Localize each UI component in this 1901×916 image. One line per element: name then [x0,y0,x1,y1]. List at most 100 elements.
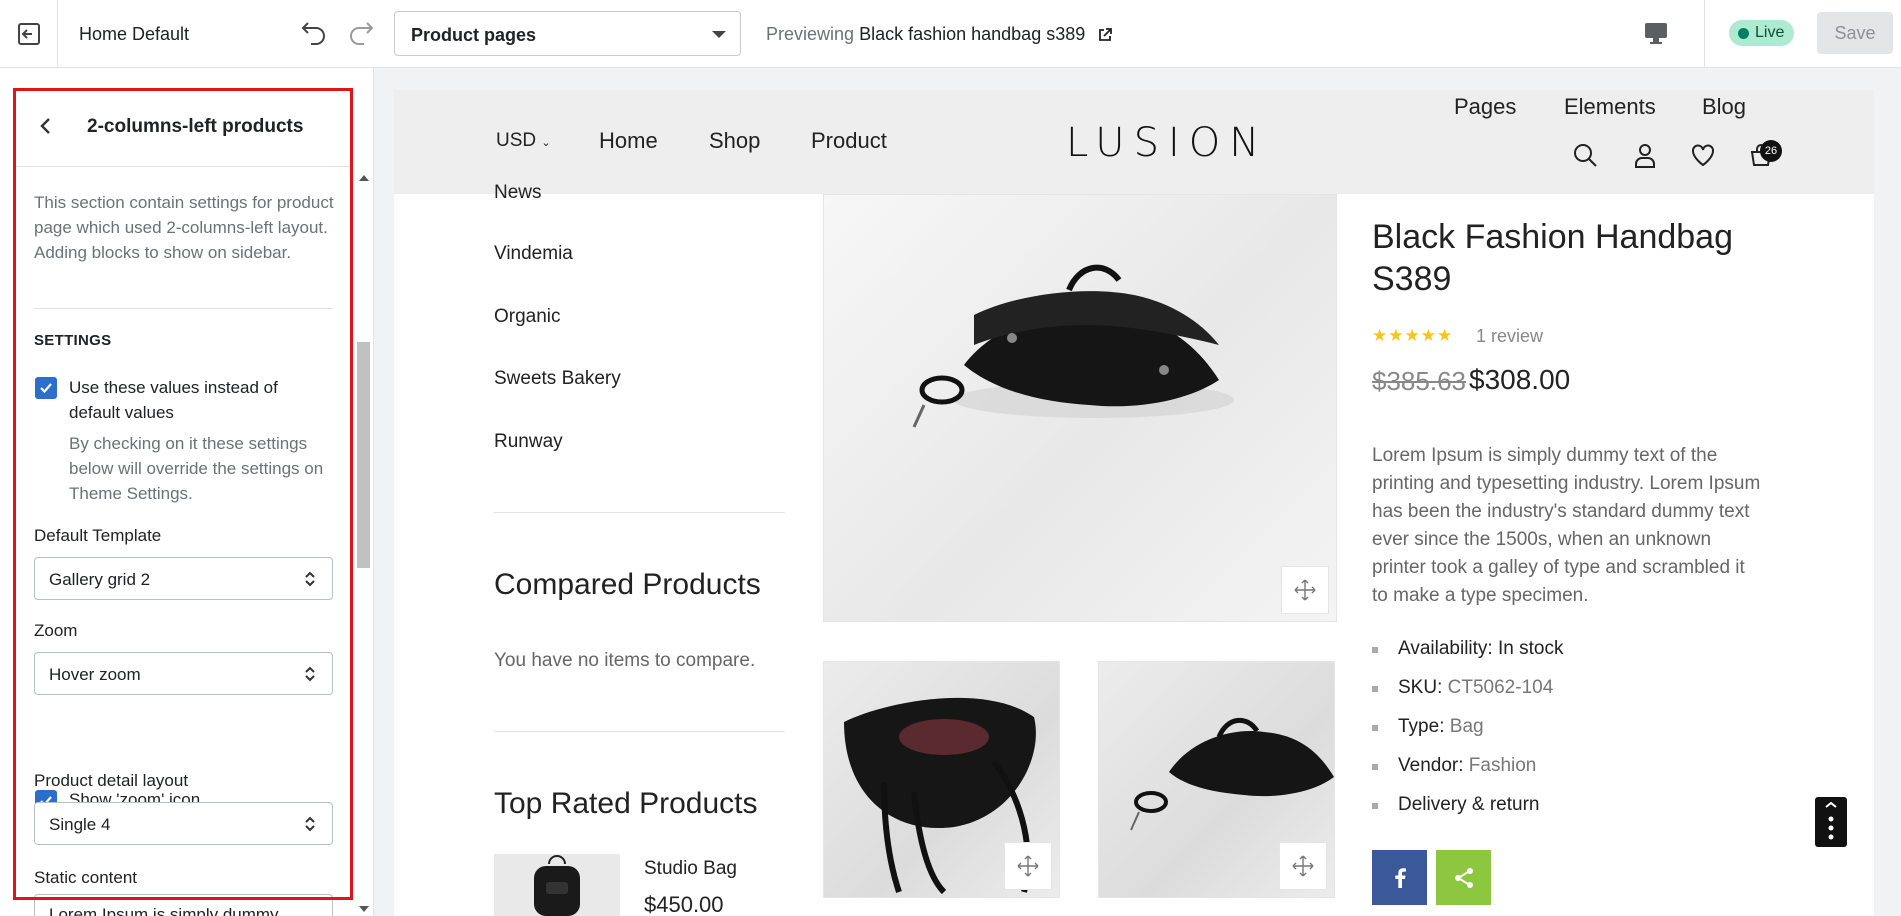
category-link-sweets-bakery[interactable]: Sweets Bakery [494,368,621,390]
select-arrows-icon [305,666,315,682]
sidebar-title: 2-columns-left products [87,116,304,137]
detail-layout-select[interactable]: Single 4 [34,802,333,845]
move-icon [1017,855,1039,877]
scroll-up-arrow-icon[interactable] [359,175,369,181]
facebook-share-button[interactable] [1372,850,1427,905]
settings-sidebar: 2-columns-left products This section con… [0,68,374,916]
detail-layout-label: Product detail layout [34,771,189,790]
move-icon [1292,855,1314,877]
cart-count-badge: 26 [1760,140,1782,162]
facebook-icon [1394,867,1406,888]
meta-value: In stock [1497,638,1564,659]
redo-icon[interactable] [346,17,376,47]
page-type-value: Product pages [411,25,537,45]
page-type-select[interactable]: Product pages [394,11,741,56]
heart-icon[interactable] [1690,142,1716,168]
product-main-image[interactable] [823,194,1337,622]
zoom-button[interactable] [1281,566,1329,614]
meta-type: Type: Bag [1372,716,1484,738]
floating-menu-button[interactable] [1815,797,1847,847]
meta-value[interactable]: Fashion [1469,755,1537,776]
desktop-icon[interactable] [1643,20,1669,46]
default-template-select[interactable]: Gallery grid 2 [34,557,333,600]
meta-sku: SKU: CT5062-104 [1372,677,1553,699]
exit-icon [17,23,40,45]
zoom-button[interactable] [1279,842,1327,890]
currency-selector[interactable]: USD ⌄ [496,130,551,152]
select-arrows-icon [305,571,315,587]
product-gallery-image-2[interactable] [823,661,1060,898]
product-title: Black Fashion Handbag S389 [1372,218,1734,298]
previewing-label: Previewing Black fashion handbag s389 [766,24,1113,45]
sidebar-header: 2-columns-left products [16,88,352,167]
undo-icon[interactable] [299,17,329,47]
static-content-value: Lorem Ipsum is simply dummy [49,905,279,916]
category-link-vindemia[interactable]: Vindemia [494,243,573,265]
nav-link-pages[interactable]: Pages [1454,94,1516,120]
compare-at-price: $385.63 [1372,366,1466,396]
kebab-menu-icon [1825,801,1837,840]
default-template-label: Default Template [34,526,162,545]
nav-link-shop[interactable]: Shop [709,128,760,154]
meta-availability: Availability: In stock [1372,638,1563,660]
search-icon[interactable] [1572,142,1598,168]
nav-link-elements[interactable]: Elements [1564,94,1656,120]
zoom-button[interactable] [1004,842,1052,890]
nav-link-product[interactable]: Product [811,128,887,154]
scroll-down-arrow-icon[interactable] [359,906,369,912]
live-status-badge: Live [1729,20,1795,46]
meta-vendor: Vendor: Fashion [1372,755,1536,777]
top-rated-title: Top Rated Products [494,787,758,820]
divider [494,512,785,513]
nav-link-blog[interactable]: Blog [1702,94,1746,120]
user-icon[interactable] [1632,142,1658,168]
share-button[interactable] [1436,850,1491,905]
product-description: Lorem Ipsum is simply dummy text of the … [1372,445,1761,606]
detail-layout-value: Single 4 [49,815,111,834]
meta-key: Availability: [1398,638,1493,659]
external-link-icon[interactable] [1098,28,1113,42]
exit-button[interactable] [0,0,58,68]
currency-value: USD [496,130,537,151]
use-values-label[interactable]: Use these values instead of default valu… [69,375,329,425]
product-price: $308.00 [1469,364,1571,395]
storefront-preview: USD ⌄ Home Shop Product LUSION Pages Ele… [394,90,1874,916]
back-arrow-icon[interactable] [38,116,54,136]
divider [494,731,785,732]
rating-stars: ★★★★★ [1372,326,1454,345]
backpack-image [534,855,580,916]
nav-link-home[interactable]: Home [599,128,658,154]
sidebar-scrollbar-thumb[interactable] [357,342,370,568]
meta-key: SKU: [1398,677,1443,698]
meta-value: Bag [1449,716,1484,737]
meta-key: Type: [1398,716,1445,737]
zoom-value: Hover zoom [49,665,141,684]
category-link-runway[interactable]: Runway [494,431,563,453]
top-rated-product-name[interactable]: Studio Bag [644,858,737,880]
product-gallery-image-3[interactable] [1098,661,1335,898]
share-icon [1454,867,1473,888]
use-values-checkbox[interactable] [35,377,57,399]
theme-name: Home Default [79,24,190,44]
zoom-label: Zoom [34,621,78,640]
checkmark-icon [40,383,52,394]
meta-key: Vendor: [1398,755,1464,776]
section-description: This section contain settings for produc… [34,193,334,262]
review-count-link[interactable]: 1 review [1476,326,1543,347]
save-button[interactable]: Save [1817,12,1893,54]
store-logo[interactable]: LUSION [1066,120,1268,166]
meta-delivery-return[interactable]: Delivery & return [1372,794,1540,816]
top-rated-product-price: $450.00 [644,892,724,916]
top-rated-product-image[interactable] [494,854,620,916]
select-arrows-icon [305,816,315,832]
chevron-down-icon: ⌄ [541,137,551,149]
meta-key: Delivery & return [1398,794,1540,815]
previewing-product-link[interactable]: Black fashion handbag s389 [859,24,1085,44]
category-link-organic[interactable]: Organic [494,306,561,328]
zoom-select[interactable]: Hover zoom [34,652,333,695]
compared-products-title: Compared Products [494,568,761,601]
handbag-image [912,264,1234,428]
editor-topbar: Home Default Product pages Previewing Bl… [0,0,1901,68]
static-content-textarea[interactable]: Lorem Ipsum is simply dummy [34,894,333,916]
category-link-news[interactable]: News [494,182,542,204]
